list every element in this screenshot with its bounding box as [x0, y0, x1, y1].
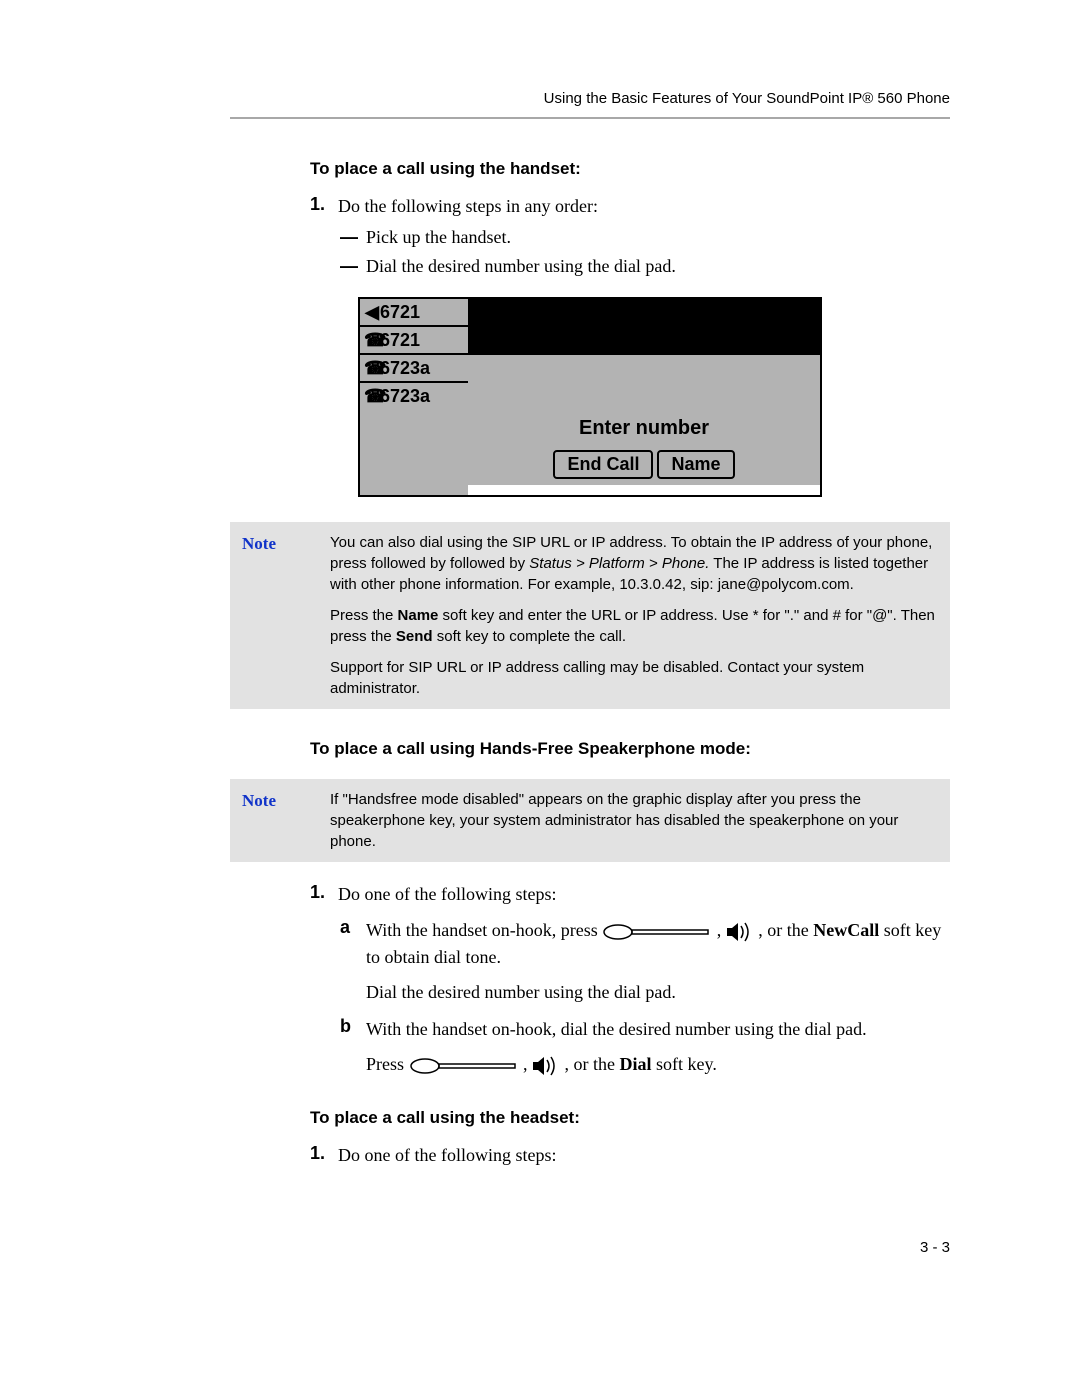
- line-label: 6723a: [380, 355, 430, 381]
- text: ,: [523, 1054, 532, 1074]
- speaker-icon: [726, 921, 754, 943]
- step-1: 1. Do the following steps in any order:: [310, 194, 950, 219]
- line-key-1: ◀6721: [360, 299, 468, 327]
- softkey-name: Name: [657, 450, 734, 479]
- step-text: Do the following steps in any order:: [338, 194, 950, 219]
- line-key-3: ☎6723a: [360, 355, 468, 383]
- text: Press: [366, 1054, 409, 1074]
- phone-icon: ☎: [364, 327, 380, 353]
- substep-label: a: [340, 917, 366, 971]
- display-inverse-area: [468, 299, 820, 355]
- page-number: 3 - 3: [230, 1239, 950, 1256]
- dash-icon: —: [340, 256, 366, 277]
- line-key-icon: [602, 923, 712, 941]
- note-label: Note: [242, 789, 330, 852]
- line-key-icon: [409, 1057, 519, 1075]
- display-mid: [468, 355, 820, 411]
- arrow-left-icon: ◀: [364, 299, 380, 325]
- text-bold: NewCall: [813, 920, 879, 940]
- heading-speakerphone: To place a call using Hands-Free Speaker…: [310, 739, 950, 759]
- softkey-row: End Call Name: [468, 446, 820, 485]
- line-label: 6723a: [380, 383, 430, 409]
- step-text: Do one of the following steps:: [338, 1143, 950, 1168]
- step-number: 1.: [310, 194, 338, 219]
- bullet-dial: — Dial the desired number using the dial…: [340, 256, 950, 277]
- text: , or the: [758, 920, 813, 940]
- speaker-icon: [532, 1055, 560, 1077]
- softkey-end-call: End Call: [553, 450, 653, 479]
- note-text: Support for SIP URL or IP address callin…: [330, 657, 938, 699]
- phone-icon: ☎: [364, 383, 380, 409]
- bullet-pickup: — Pick up the handset.: [340, 227, 950, 248]
- heading-headset: To place a call using the headset:: [310, 1108, 950, 1128]
- header-rule: [230, 117, 950, 119]
- text: With the handset on-hook, press: [366, 920, 602, 940]
- text: , or the: [565, 1054, 620, 1074]
- bullet-text: Pick up the handset.: [366, 227, 511, 248]
- note-bold: Name: [398, 607, 439, 624]
- heading-handset: To place a call using the handset:: [310, 159, 950, 179]
- note-label: Note: [242, 532, 330, 699]
- step-number: 1.: [310, 1143, 338, 1168]
- phone-icon: ☎: [364, 355, 380, 381]
- note-sip-url: Note You can also dial using the SIP URL…: [230, 522, 950, 709]
- substep-label: b: [340, 1016, 366, 1043]
- substep-body: With the handset on-hook, press , , or t…: [366, 917, 950, 971]
- note-text: If "Handsfree mode disabled" appears on …: [330, 789, 938, 852]
- line-label: 6721: [380, 299, 420, 325]
- substep-b: b With the handset on-hook, dial the des…: [340, 1016, 950, 1043]
- note-text: Press the: [330, 607, 398, 624]
- step-number: 1.: [310, 882, 338, 907]
- running-header: Using the Basic Features of Your SoundPo…: [230, 90, 950, 107]
- text: ,: [717, 920, 726, 940]
- step-1: 1. Do one of the following steps:: [310, 1143, 950, 1168]
- substep-a-cont: Dial the desired number using the dial p…: [366, 979, 950, 1006]
- note-path: Status > Platform > Phone.: [529, 555, 709, 572]
- note-text: soft key to complete the call.: [433, 628, 626, 645]
- display-prompt: Enter number: [468, 411, 820, 446]
- substep-b-cont: Press , , or the Dial soft key.: [366, 1051, 950, 1078]
- note-body: You can also dial using the SIP URL or I…: [330, 532, 938, 699]
- text-bold: Dial: [620, 1054, 652, 1074]
- note-bold: Send: [396, 628, 433, 645]
- note-handsfree-disabled: Note If "Handsfree mode disabled" appear…: [230, 779, 950, 862]
- phone-display: ◀6721 ☎6721 ☎6723a ☎6723a Enter number E…: [358, 297, 822, 497]
- substep-body: With the handset on-hook, dial the desir…: [366, 1016, 950, 1043]
- line-label: 6721: [380, 327, 420, 353]
- dash-icon: —: [340, 227, 366, 248]
- step-text: Do one of the following steps:: [338, 882, 950, 907]
- note-body: If "Handsfree mode disabled" appears on …: [330, 789, 938, 852]
- display-blank: [360, 409, 468, 495]
- line-key-4: ☎6723a: [360, 383, 468, 409]
- text: soft key.: [652, 1054, 717, 1074]
- line-key-2: ☎6721: [360, 327, 468, 355]
- substep-a: a With the handset on-hook, press , , or…: [340, 917, 950, 971]
- step-1: 1. Do one of the following steps:: [310, 882, 950, 907]
- bullet-text: Dial the desired number using the dial p…: [366, 256, 676, 277]
